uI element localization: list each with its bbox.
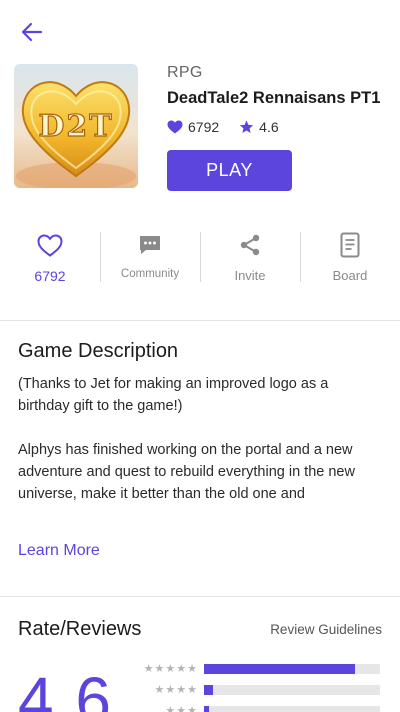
game-logo-heart: D2T (16, 81, 136, 188)
description-paragraph: Alphys has finished working on the porta… (18, 442, 355, 502)
rating-bar-fill (204, 663, 356, 674)
rating-value: 4.6 (259, 119, 279, 135)
rating-bar-stars: ★★★ (165, 705, 198, 712)
rating-bar-4: ★★★★ (138, 679, 388, 700)
game-cover-image[interactable]: D2T (14, 64, 138, 188)
back-button[interactable] (18, 18, 46, 46)
rating-bar-track (204, 684, 380, 695)
game-description-section: Game Description (Thanks to Jet for maki… (18, 340, 382, 505)
description-text: (Thanks to Jet for making an improved lo… (18, 373, 382, 505)
divider (0, 596, 400, 597)
learn-more-link[interactable]: Learn More (18, 542, 100, 560)
rating-bar-track (204, 663, 380, 674)
average-rating: 4.6 (18, 664, 113, 712)
rating-stat: 4.6 (239, 119, 279, 135)
heart-icon (167, 120, 183, 134)
game-info: RPG DeadTale2 Rennaisans PT1 6792 4.6 PL… (167, 64, 386, 191)
rating-bar-track (204, 705, 380, 712)
game-title: DeadTale2 Rennaisans PT1 (167, 89, 381, 107)
description-title: Game Description (18, 340, 179, 362)
share-icon (240, 234, 260, 256)
board-action[interactable]: Board (300, 228, 400, 288)
chat-bubble-icon (140, 236, 160, 254)
reviews-header: Rate/Reviews Review Guidelines (18, 618, 382, 641)
community-action-label: Community (120, 268, 180, 280)
back-arrow-icon (21, 22, 43, 42)
game-header: D2T RPG DeadTale2 Rennaisans PT1 6792 4.… (14, 64, 386, 194)
game-genre: RPG (167, 64, 203, 81)
like-action-label: 6792 (34, 268, 66, 284)
play-button[interactable]: PLAY (167, 150, 292, 191)
invite-action[interactable]: Invite (200, 228, 300, 288)
rating-bar-fill (204, 705, 210, 712)
reviews-title: Rate/Reviews (18, 618, 142, 640)
review-guidelines-link[interactable]: Review Guidelines (270, 622, 382, 637)
board-action-label: Board (332, 268, 368, 283)
rating-distribution: ★★★★★ ★★★★ ★★★ (138, 658, 388, 712)
game-stats: 6792 4.6 (167, 119, 386, 135)
action-bar: 6792 Community Invite Board (0, 228, 400, 288)
invite-action-label: Invite (234, 268, 266, 283)
divider (0, 320, 400, 321)
community-action[interactable]: Community (100, 228, 200, 288)
rating-bar-5: ★★★★★ (138, 658, 388, 679)
rating-bar-3: ★★★ (138, 700, 388, 712)
likes-stat: 6792 (167, 119, 219, 135)
rating-bar-fill (204, 684, 213, 695)
rating-bar-stars: ★★★★★ (143, 663, 198, 675)
description-paragraph: (Thanks to Jet for making an improved lo… (18, 376, 329, 414)
star-icon (240, 120, 254, 134)
game-logo-text: D2T (38, 109, 113, 144)
rating-bar-stars: ★★★★ (154, 684, 198, 696)
heart-outline-icon (37, 233, 63, 257)
document-icon (340, 232, 360, 258)
like-action[interactable]: 6792 (0, 228, 100, 288)
likes-count: 6792 (188, 119, 220, 135)
